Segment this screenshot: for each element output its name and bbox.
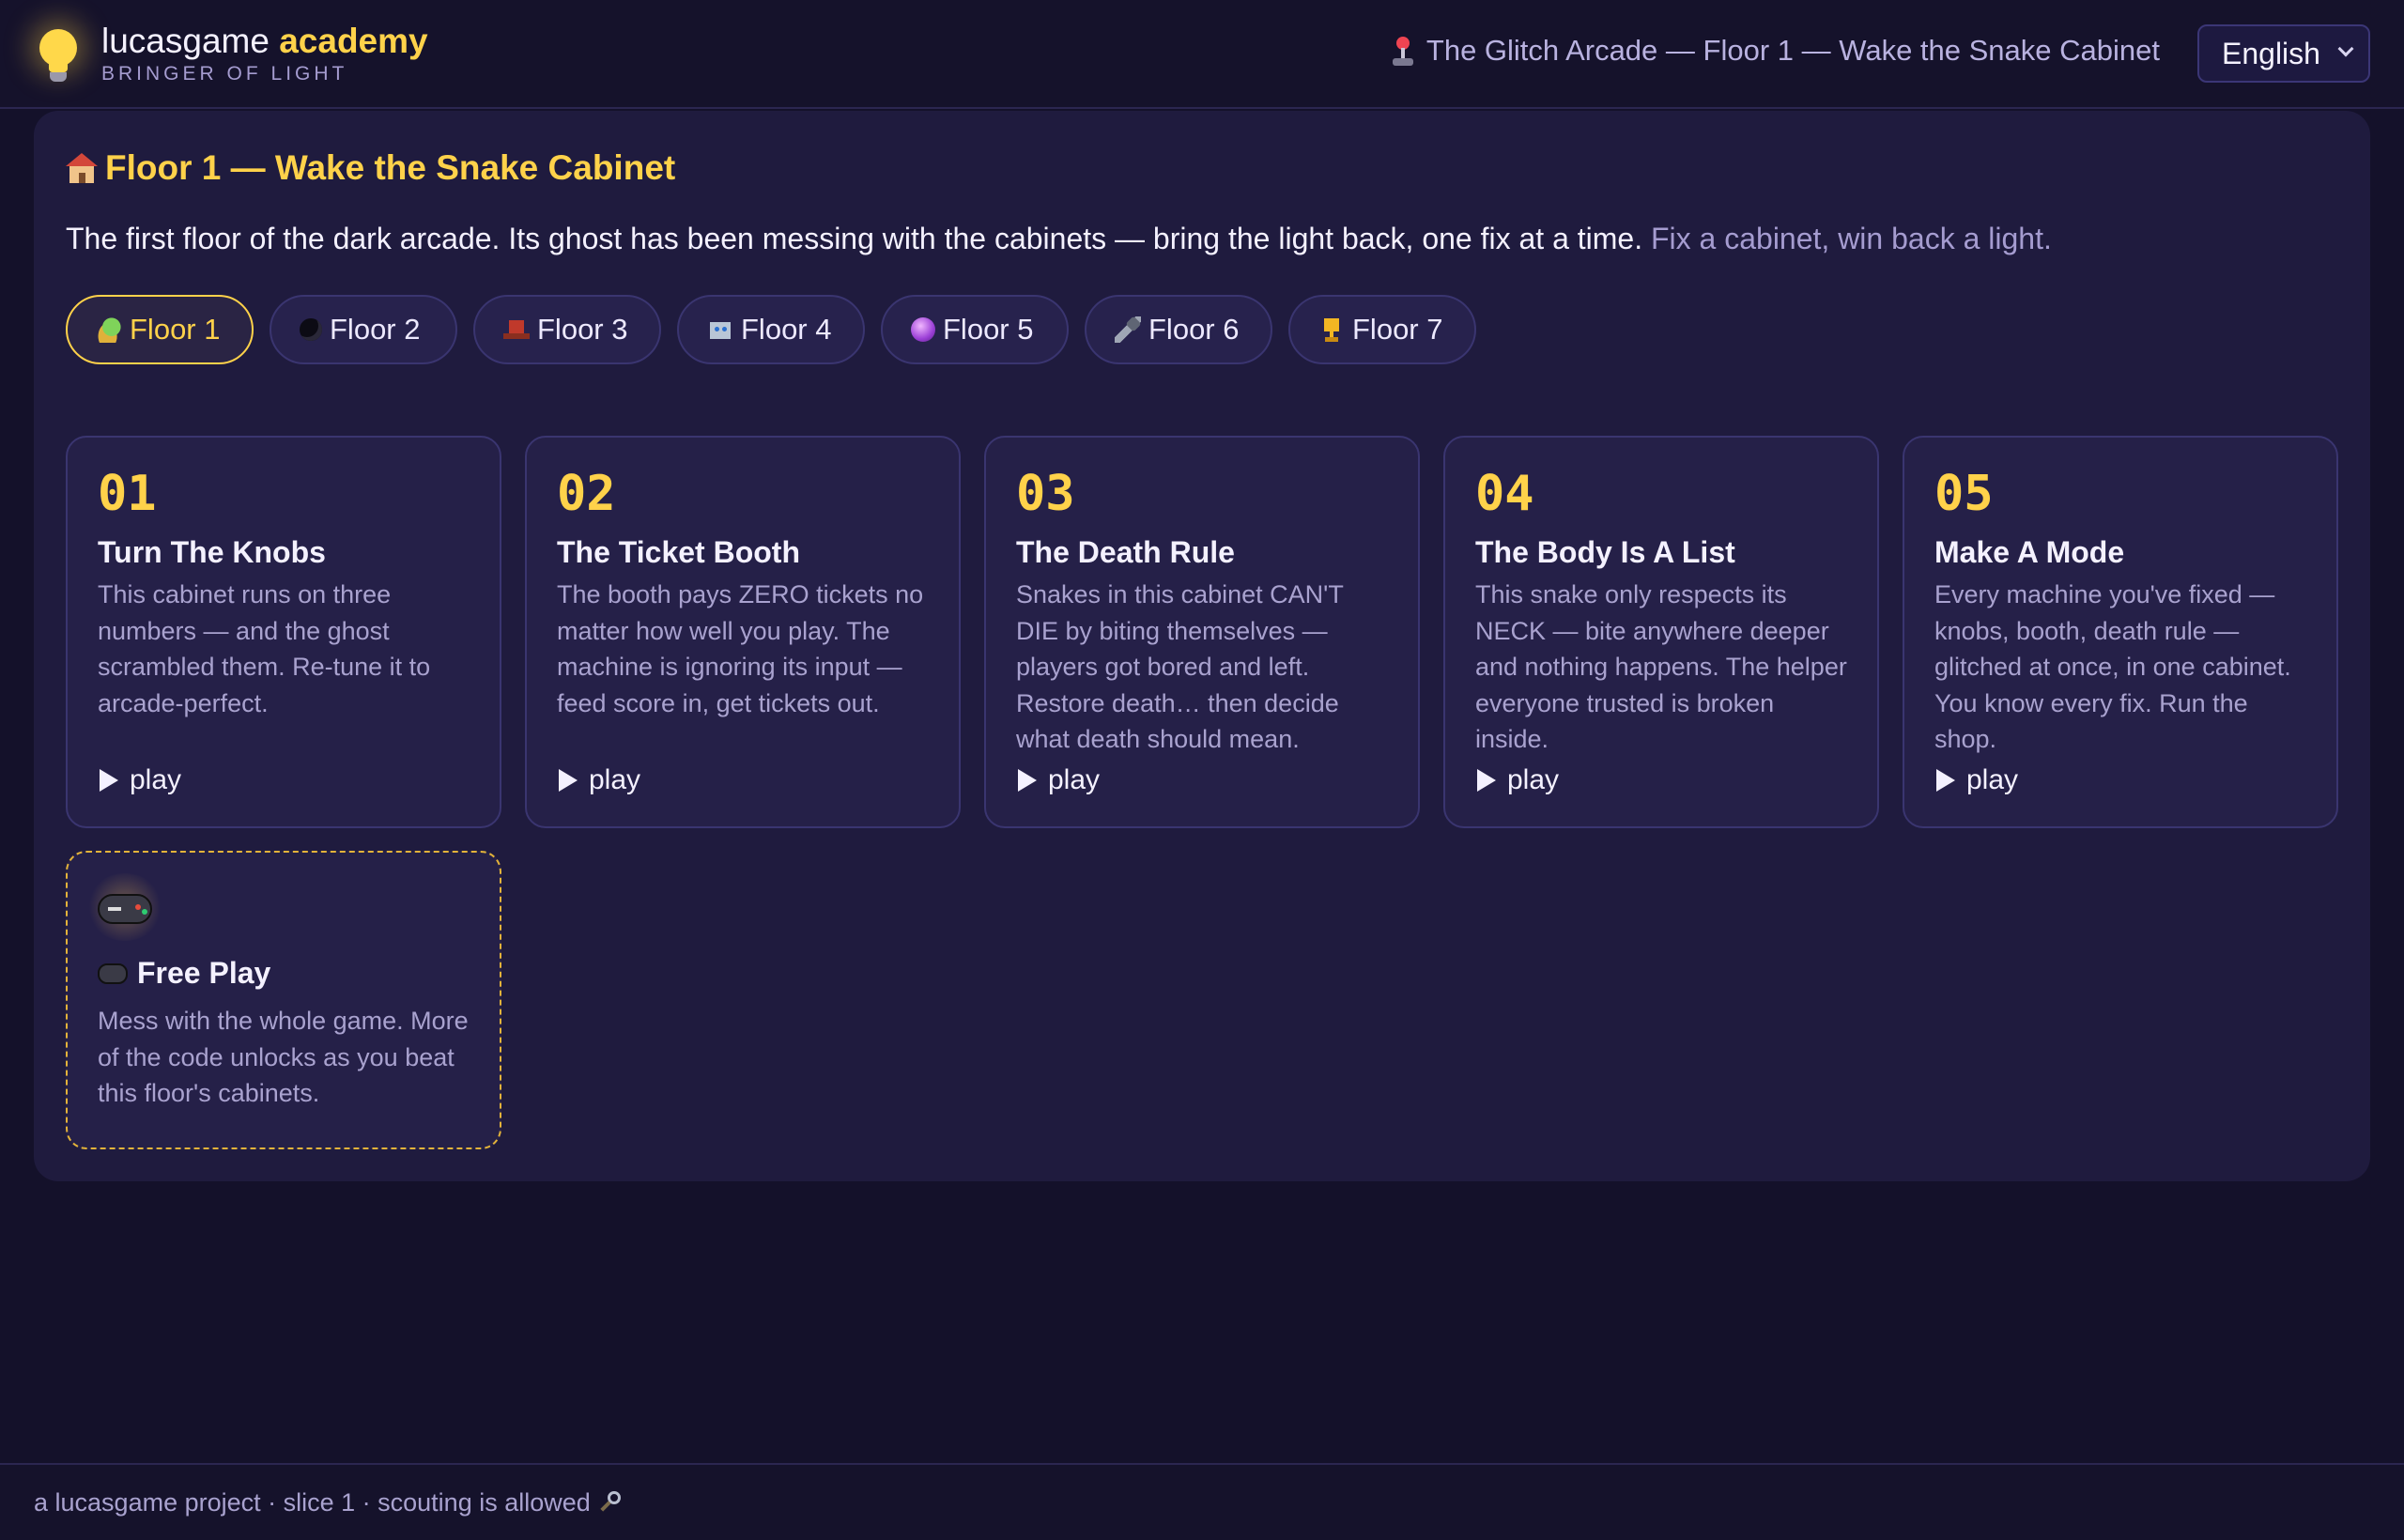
language-value: English xyxy=(2222,36,2320,70)
cabinet-description: Snakes in this cabinet CAN'T DIE by biti… xyxy=(1016,580,1344,753)
tab-floor-4[interactable]: Floor 4 xyxy=(677,295,865,364)
floor-intro: The first floor of the dark arcade. Its … xyxy=(66,222,2052,256)
trophy-icon xyxy=(1318,316,1345,343)
cabinet-number: 05 xyxy=(1934,466,1994,522)
tab-label: Floor 3 xyxy=(537,313,628,346)
cabinet-number: 04 xyxy=(1475,466,1534,522)
brand-accent: academy xyxy=(279,22,428,60)
tab-label: Floor 1 xyxy=(130,313,221,346)
chevron-down-icon xyxy=(2337,40,2354,57)
tab-floor-3[interactable]: Floor 3 xyxy=(473,295,661,364)
brand-tagline: BRINGER OF LIGHT xyxy=(101,63,348,85)
cabinet-title: The Ticket Booth xyxy=(557,535,800,569)
magnifier-icon xyxy=(598,1489,624,1516)
language-select[interactable]: English xyxy=(2197,24,2370,83)
floor-title-text: Floor 1 — Wake the Snake Cabinet xyxy=(105,148,676,187)
play-button[interactable]: play xyxy=(100,764,181,796)
cabinet-card-03[interactable]: 03 The Death Rule Snakes in this cabinet… xyxy=(984,436,1420,828)
joystick-icon xyxy=(1391,35,1415,67)
tab-label: Floor 6 xyxy=(1148,313,1240,346)
cabinet-title: The Body Is A List xyxy=(1475,535,1735,569)
play-button[interactable]: play xyxy=(1936,764,2018,796)
play-label: play xyxy=(1966,764,2019,795)
gamepad-icon xyxy=(98,962,128,984)
cabinet-number: 03 xyxy=(1016,466,1075,522)
tab-floor-7[interactable]: Floor 7 xyxy=(1288,295,1476,364)
cabinet-title: The Death Rule xyxy=(1016,535,1235,569)
brand-name: lucasgame academy xyxy=(101,22,428,60)
play-button[interactable]: play xyxy=(559,764,640,796)
cabinet-card-01[interactable]: 01 Turn The Knobs This cabinet runs on t… xyxy=(66,436,501,828)
play-icon xyxy=(100,769,118,792)
free-play-description: Mess with the whole game. More of the co… xyxy=(98,1007,469,1107)
cabinet-number: 01 xyxy=(98,466,157,522)
cabinet-card-02[interactable]: 02 The Ticket Booth The booth pays ZERO … xyxy=(525,436,961,828)
footer-text: a lucasgame project · slice 1 · scouting… xyxy=(34,1487,591,1517)
cabinet-description: This cabinet runs on three numbers — and… xyxy=(98,580,431,717)
tab-floor-6[interactable]: Floor 6 xyxy=(1085,295,1272,364)
tab-label: Floor 4 xyxy=(741,313,832,346)
play-label: play xyxy=(589,764,641,795)
tab-label: Floor 5 xyxy=(943,313,1034,346)
play-button[interactable]: play xyxy=(1018,764,1100,796)
breadcrumb-text: The Glitch Arcade — Floor 1 — Wake the S… xyxy=(1425,34,2160,67)
brand-logo[interactable]: lucasgame academy BRINGER OF LIGHT xyxy=(32,21,428,85)
gamepad-icon xyxy=(86,873,163,941)
floor-intro-hint: Fix a cabinet, win back a light. xyxy=(1650,222,2052,255)
free-play-title: Free Play xyxy=(98,956,270,991)
play-icon xyxy=(1477,769,1496,792)
tab-floor-2[interactable]: Floor 2 xyxy=(270,295,457,364)
play-icon xyxy=(559,769,578,792)
plug-icon xyxy=(1115,316,1141,343)
cabinet-card-05[interactable]: 05 Make A Mode Every machine you've fixe… xyxy=(1903,436,2338,828)
cabinet-number: 02 xyxy=(557,466,616,522)
play-icon xyxy=(1018,769,1037,792)
cabinet-description: This snake only respects its NECK — bite… xyxy=(1475,580,1847,753)
bomb-icon xyxy=(300,318,322,341)
play-label: play xyxy=(1507,764,1560,795)
cabinet-title: Turn The Knobs xyxy=(98,535,326,569)
top-bar: lucasgame academy BRINGER OF LIGHT The G… xyxy=(0,0,2404,109)
crystal-ball-icon xyxy=(911,317,935,342)
cabinet-title: Make A Mode xyxy=(1934,535,2125,569)
tab-label: Floor 2 xyxy=(330,313,421,346)
tab-floor-5[interactable]: Floor 5 xyxy=(881,295,1069,364)
free-play-title-text: Free Play xyxy=(137,956,271,990)
floor-tabs: Floor 1 Floor 2 Floor 3 Floor 4 Floor 5 … xyxy=(66,295,1492,364)
play-label: play xyxy=(130,764,182,795)
robot-icon xyxy=(707,316,733,343)
cabinet-card-04[interactable]: 04 The Body Is A List This snake only re… xyxy=(1443,436,1879,828)
house-icon xyxy=(66,153,98,183)
free-play-card[interactable]: Free Play Mess with the whole game. More… xyxy=(66,851,501,1149)
footer: a lucasgame project · slice 1 · scouting… xyxy=(0,1463,2404,1540)
play-button[interactable]: play xyxy=(1477,764,1559,796)
floor-panel: Floor 1 — Wake the Snake Cabinet The fir… xyxy=(34,111,2370,1181)
lightbulb-icon xyxy=(32,23,85,84)
floor-intro-text: The first floor of the dark arcade. Its … xyxy=(66,222,1643,255)
cabinet-description: The booth pays ZERO tickets no matter ho… xyxy=(557,580,924,717)
play-label: play xyxy=(1048,764,1101,795)
tab-floor-1[interactable]: Floor 1 xyxy=(66,295,254,364)
snake-icon xyxy=(96,316,122,343)
hat-icon xyxy=(503,316,530,343)
page-title: Floor 1 — Wake the Snake Cabinet xyxy=(66,148,675,188)
play-icon xyxy=(1936,769,1955,792)
tab-label: Floor 7 xyxy=(1352,313,1443,346)
cabinet-description: Every machine you've fixed — knobs, boot… xyxy=(1934,580,2291,753)
breadcrumb: The Glitch Arcade — Floor 1 — Wake the S… xyxy=(1391,34,2160,68)
